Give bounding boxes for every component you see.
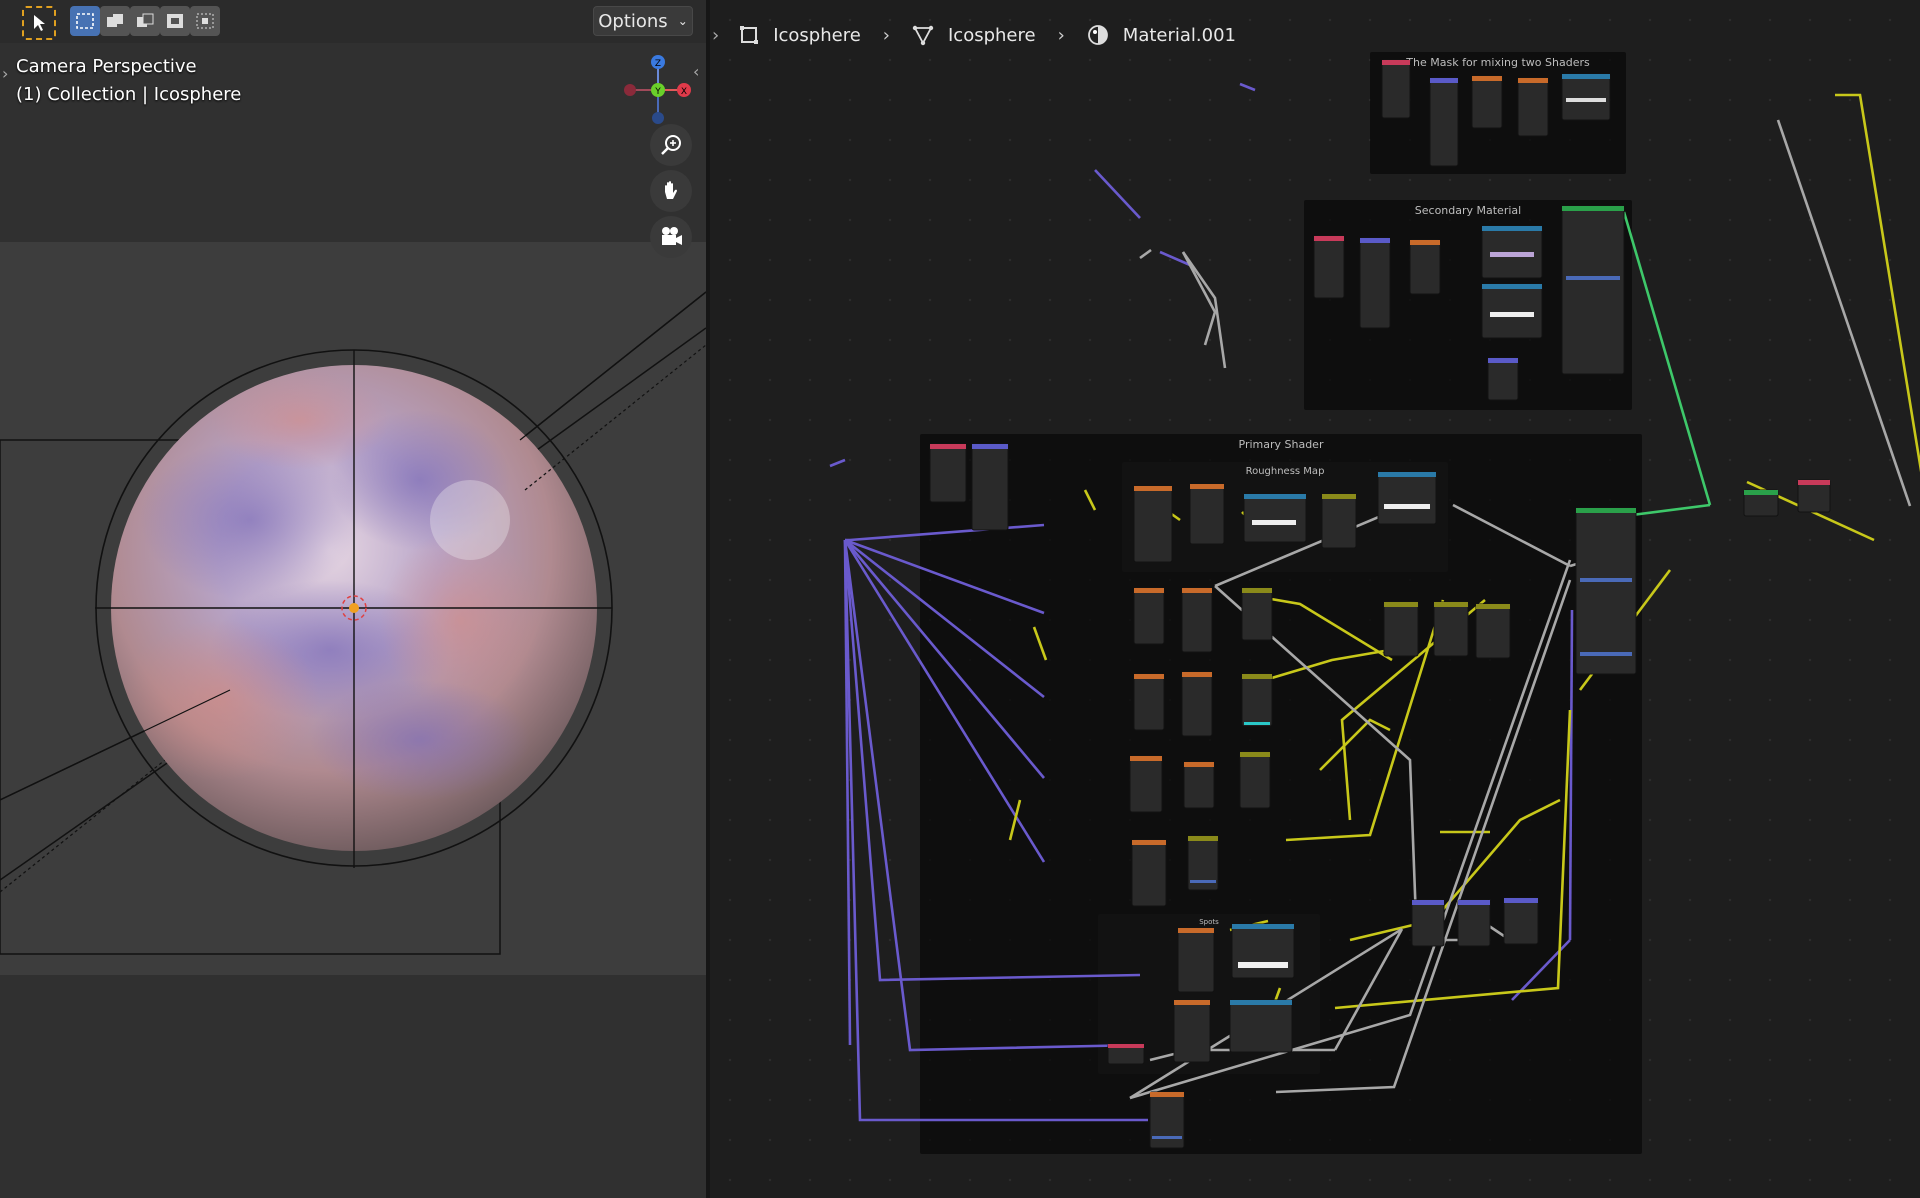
node-pri-mix3	[1475, 603, 1511, 659]
node-rough-noise	[1133, 485, 1173, 563]
select-tool-button[interactable]	[22, 6, 56, 40]
node-mix-shader	[1743, 489, 1779, 517]
node-material-output	[1797, 479, 1831, 513]
node-sec-ramp1	[1481, 225, 1543, 279]
node-spots-voronoi1	[1177, 927, 1215, 993]
select-invert-button[interactable]	[160, 6, 190, 36]
select-invert-icon	[167, 14, 183, 28]
3d-viewport[interactable]: Options ⌄ › ‹ Camera Perspective (1) Col…	[0, 0, 706, 1198]
node-pri-coord	[929, 443, 967, 503]
scene-render	[0, 291, 706, 955]
node-sec-coord	[1313, 235, 1345, 299]
camera-view-button[interactable]	[650, 216, 692, 258]
collection-object-text: (1) Collection | Icosphere	[16, 84, 242, 105]
node-spots-voronoi2	[1173, 999, 1211, 1063]
node-pri-bump3	[1503, 897, 1539, 945]
nodes	[929, 59, 1831, 1149]
cursor-arrow-icon	[34, 15, 45, 31]
node-pri-math3	[1239, 751, 1271, 809]
node-sec-noise	[1409, 239, 1441, 295]
node-rough-ramp2	[1377, 471, 1437, 525]
node-sec-principled	[1561, 205, 1625, 375]
node-pri-math1	[1241, 587, 1273, 641]
pan-button[interactable]	[650, 170, 692, 212]
node-pri-math2	[1241, 673, 1273, 727]
viewport-header: Options ⌄	[0, 0, 706, 43]
select-subtract-button[interactable]	[130, 6, 160, 36]
node-rough-math	[1321, 493, 1357, 549]
node-rough-voronoi	[1189, 483, 1225, 545]
options-dropdown[interactable]: Options ⌄	[593, 6, 693, 36]
node-spots-ramp2	[1229, 999, 1293, 1053]
node-pri-mix2	[1433, 601, 1469, 657]
node-pri-noise3	[1129, 755, 1163, 813]
view-name-text: Camera Perspective	[16, 56, 197, 77]
node-pri-mapping	[971, 443, 1009, 531]
shader-node-editor[interactable]: › Icosphere › Icosphere › Material.001 T…	[710, 0, 1920, 1198]
shader-links	[1622, 211, 1779, 517]
node-spots-value	[1107, 1043, 1145, 1065]
node-pri-noise-bottom	[1149, 1091, 1185, 1149]
node-pri-bump1	[1411, 899, 1445, 947]
node-mask-coord	[1381, 59, 1411, 119]
z-axis-label: Z	[655, 59, 661, 69]
node-mask-colorramp	[1561, 73, 1611, 121]
node-sec-bump	[1487, 357, 1519, 401]
navigation-gizmo[interactable]: Z X Y	[618, 52, 698, 128]
node-spots-ramp1	[1231, 923, 1295, 979]
select-extend-icon	[107, 14, 123, 27]
node-pri-voronoi1	[1181, 587, 1213, 653]
toolbar-expand-arrow-icon[interactable]: ›	[2, 64, 8, 83]
node-pri-noise1	[1133, 587, 1165, 645]
node-pri-noise2	[1133, 673, 1165, 731]
node-rough-ramp	[1243, 493, 1307, 543]
node-pri-principled	[1575, 507, 1637, 675]
options-label: Options	[598, 10, 668, 32]
y-axis-label: Y	[654, 87, 661, 97]
camera-icon	[662, 227, 682, 245]
node-mask-noise	[1471, 75, 1503, 129]
node-mask-noise2	[1517, 77, 1549, 137]
x-axis-label: X	[681, 87, 687, 97]
node-pri-musgrave	[1131, 839, 1167, 907]
node-pri-voronoi2	[1181, 671, 1213, 737]
select-box-icon	[76, 13, 94, 29]
node-sec-ramp2	[1481, 283, 1543, 339]
select-extend-button[interactable]	[100, 6, 130, 36]
node-pri-bump2	[1457, 899, 1491, 947]
node-pri-voronoi3	[1183, 761, 1215, 809]
chevron-down-icon: ⌄	[677, 14, 688, 28]
zoom-in-icon	[661, 135, 681, 155]
zoom-button[interactable]	[650, 124, 692, 166]
select-new-button[interactable]	[70, 6, 100, 36]
select-intersect-button[interactable]	[190, 6, 220, 36]
select-intersect-icon	[196, 13, 214, 29]
node-pri-mix1	[1383, 601, 1419, 657]
hand-icon	[665, 181, 677, 199]
node-sec-mapping	[1359, 237, 1391, 329]
select-subtract-icon	[137, 13, 154, 27]
node-pri-math4	[1187, 835, 1219, 891]
node-mask-mapping	[1429, 77, 1459, 167]
node-graph[interactable]	[710, 0, 1920, 1198]
